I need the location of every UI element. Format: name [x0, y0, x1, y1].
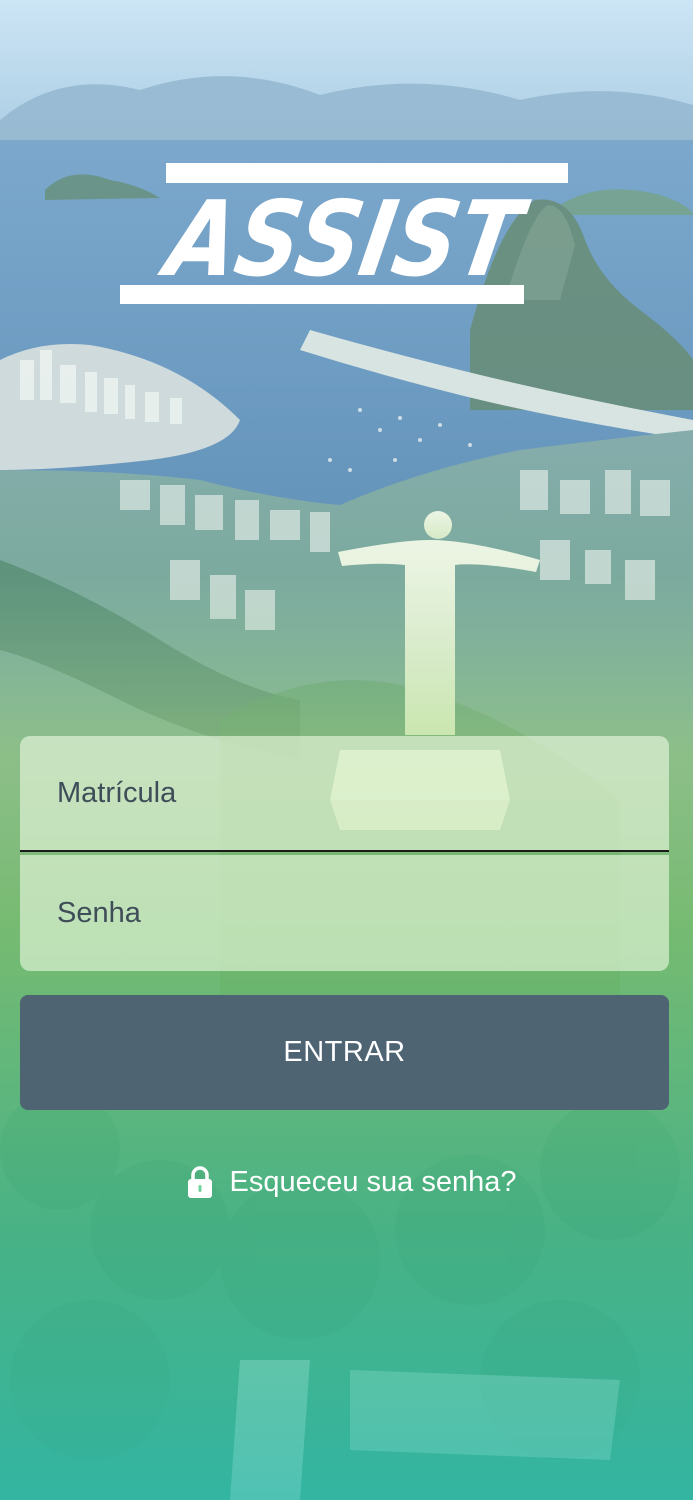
- forgot-password-link[interactable]: Esqueceu sua senha?: [0, 1157, 693, 1207]
- username-input[interactable]: [20, 736, 669, 850]
- app-logo: ASSIST: [118, 160, 574, 310]
- logo-text: ASSIST: [152, 179, 536, 300]
- login-screen: ASSIST ENTRAR Esqueceu sua senha?: [0, 0, 693, 1500]
- password-input[interactable]: [20, 855, 669, 971]
- login-button[interactable]: ENTRAR: [20, 995, 669, 1110]
- lock-icon: [187, 1165, 213, 1199]
- password-field[interactable]: [20, 855, 669, 971]
- forgot-password-label: Esqueceu sua senha?: [229, 1165, 517, 1198]
- username-field[interactable]: [20, 736, 669, 852]
